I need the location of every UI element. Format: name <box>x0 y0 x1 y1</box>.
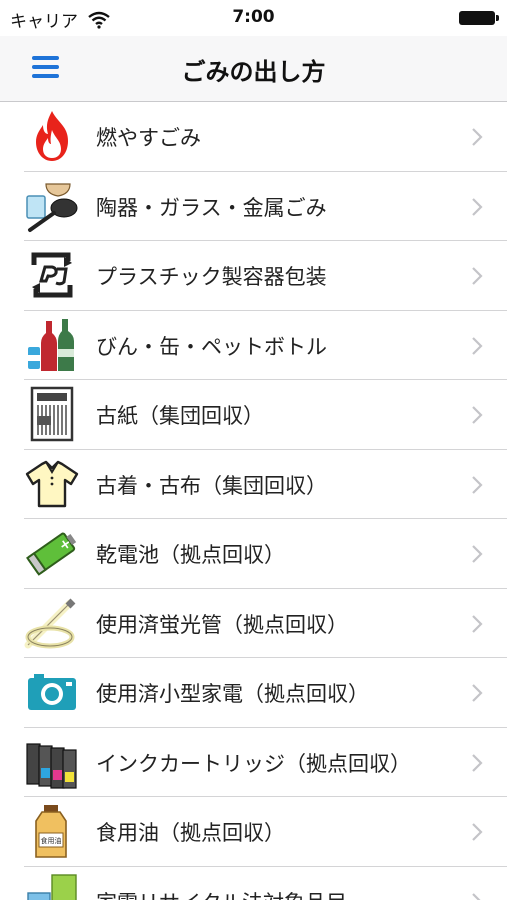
list-item-label: 使用済小型家電（拠点回収） <box>96 682 369 706</box>
list-item-label: 乾電池（拠点回収） <box>96 543 285 567</box>
chevron-right-icon <box>472 614 483 633</box>
plastic-recycle-icon <box>24 247 80 303</box>
fire-icon <box>24 108 80 164</box>
chevron-right-icon <box>472 267 483 285</box>
list-item-bottles-cans[interactable]: びん・缶・ペットボトル <box>0 310 507 380</box>
garbage-category-list: 燃やすごみ 陶器・ガラス・金属ごみ プラスチック製容器包装 びん・缶・ペットボト… <box>0 102 507 900</box>
chevron-right-icon <box>472 823 483 841</box>
battery-icon <box>459 11 499 25</box>
chevron-right-icon <box>472 545 483 563</box>
chevron-right-icon <box>472 475 483 494</box>
camera-icon <box>24 664 80 720</box>
list-item-label: 燃やすごみ <box>96 126 201 150</box>
list-item-fluorescent-tubes[interactable]: 使用済蛍光管（拠点回収） <box>0 588 507 658</box>
list-item-label: プラスチック製容器包装 <box>96 265 327 289</box>
list-item-ceramics-glass-metal[interactable]: 陶器・ガラス・金属ごみ <box>0 171 507 241</box>
oil-label-text: 食用油 <box>41 836 62 845</box>
chevron-right-icon <box>472 336 483 355</box>
navigation-bar: ごみの出し方 <box>0 36 507 102</box>
list-item-label: びん・缶・ペットボトル <box>96 334 327 359</box>
list-item-label: 古着・古布（集団回収） <box>96 473 327 498</box>
list-item-ink-cartridges[interactable]: インクカートリッジ（拠点回収） <box>0 727 507 797</box>
chevron-right-icon <box>472 197 483 216</box>
list-item-burnable[interactable]: 燃やすごみ <box>0 102 507 172</box>
chevron-right-icon <box>472 892 482 900</box>
status-bar: キャリア 7:00 <box>0 0 507 36</box>
list-item-label: 使用済蛍光管（拠点回収） <box>96 612 348 637</box>
page-title: ごみの出し方 <box>181 58 326 86</box>
list-item-old-paper[interactable]: 古紙（集団回収） <box>0 380 507 450</box>
list-item-small-appliances[interactable]: 使用済小型家電（拠点回収） <box>0 658 507 728</box>
chevron-right-icon <box>472 753 483 772</box>
bottles-cans-icon <box>24 317 80 373</box>
shirt-icon <box>24 456 80 512</box>
list-item-label: 古紙（集団回収） <box>96 404 264 428</box>
ink-cartridge-icon <box>24 734 80 790</box>
chevron-right-icon <box>472 684 483 702</box>
list-item-label: 食用油（拠点回収） <box>96 821 285 845</box>
newspaper-icon <box>24 386 80 442</box>
list-item-old-clothes[interactable]: 古着・古布（集団回収） <box>0 449 507 519</box>
list-item-label: インクカートリッジ（拠点回収） <box>96 751 411 776</box>
list-item-cooking-oil[interactable]: 食用油 食用油（拠点回収） <box>0 797 507 867</box>
list-item-dry-batteries[interactable]: + 乾電池（拠点回収） <box>0 519 507 589</box>
chevron-right-icon <box>472 128 483 146</box>
chevron-right-icon <box>472 406 483 424</box>
fluorescent-tube-icon <box>24 595 80 651</box>
appliance-icon <box>24 873 80 900</box>
list-item-label: 家電リサイクル法対象品目 <box>96 887 347 900</box>
list-item-plastic-packaging[interactable]: プラスチック製容器包装 <box>0 241 507 311</box>
cooking-oil-icon: 食用油 <box>24 803 80 859</box>
battery-icon: + <box>24 525 80 581</box>
list-item-home-appliance-recycling[interactable]: 家電リサイクル法対象品目 <box>0 866 507 900</box>
ceramics-pan-icon <box>24 178 80 234</box>
status-time: 7:00 <box>232 7 275 27</box>
list-item-label: 陶器・ガラス・金属ごみ <box>96 195 327 220</box>
